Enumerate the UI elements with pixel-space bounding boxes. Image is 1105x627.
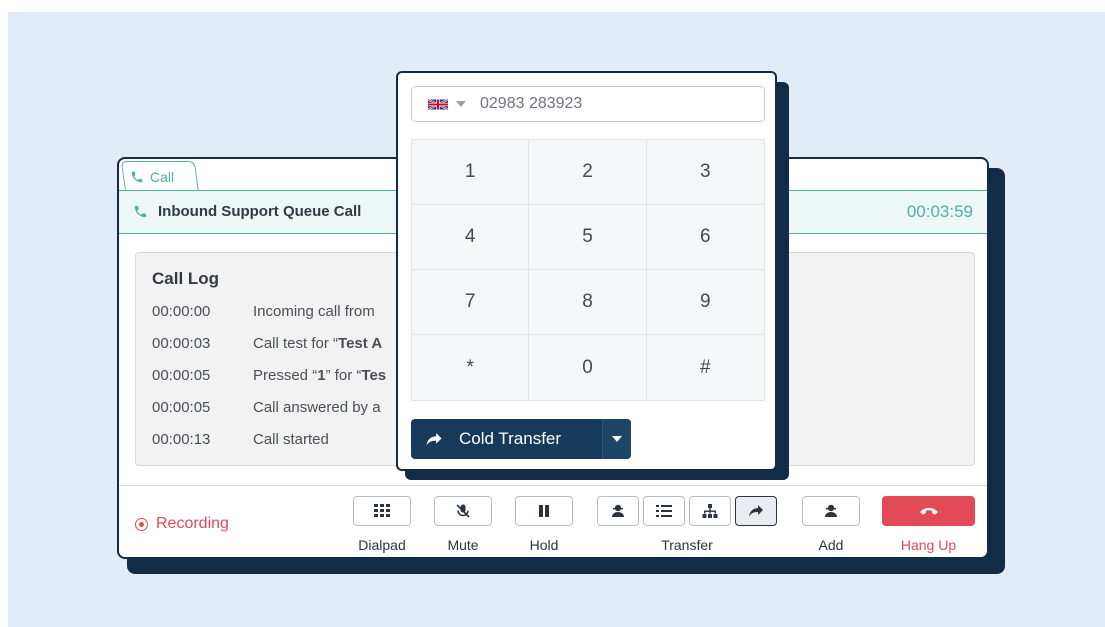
- key-hash[interactable]: #: [646, 335, 764, 400]
- hangup-phone-icon: [919, 506, 939, 516]
- key-0[interactable]: 0: [529, 335, 647, 400]
- log-text: Call started: [253, 431, 329, 448]
- key-star[interactable]: *: [412, 335, 530, 400]
- call-timer: 00:03:59: [906, 202, 973, 221]
- transfer-options-dropdown[interactable]: [602, 419, 631, 459]
- tab-call-label: Call: [149, 168, 175, 185]
- user-icon: [610, 504, 626, 518]
- cold-transfer-button: Cold Transfer: [411, 419, 631, 459]
- key-6[interactable]: 6: [646, 205, 764, 270]
- hangup-label: Hang Up: [900, 537, 957, 553]
- mute-label: Mute: [447, 537, 479, 553]
- log-entry: 00:00:00 Incoming call from: [152, 303, 375, 320]
- log-time: 00:00:00: [152, 303, 211, 320]
- forward-arrow-icon: [748, 504, 764, 518]
- log-time: 00:00:13: [152, 431, 211, 448]
- mic-off-icon: [455, 503, 471, 519]
- transfer-label: Transfer: [661, 537, 713, 553]
- call-log-title: Call Log: [152, 269, 220, 288]
- hold-label: Hold: [529, 537, 559, 553]
- uk-flag-icon[interactable]: [428, 98, 448, 111]
- transfer-agent-button[interactable]: [597, 496, 639, 526]
- log-entry: 00:00:05 Call answered by a: [152, 399, 381, 416]
- org-chart-icon: [702, 503, 718, 519]
- key-5[interactable]: 5: [529, 205, 647, 270]
- forward-arrow-icon: [425, 432, 443, 447]
- cold-transfer-action[interactable]: Cold Transfer: [411, 429, 602, 449]
- key-1[interactable]: 1: [412, 140, 530, 205]
- footer-divider: [119, 485, 987, 486]
- recording-label: Recording: [156, 515, 229, 532]
- chevron-down-icon: [612, 436, 622, 442]
- phone-icon: [133, 204, 148, 219]
- pause-icon: [537, 504, 551, 518]
- log-text: Pressed “1” for “Tes: [253, 367, 387, 384]
- phone-number-placeholder: 02983 283923: [480, 95, 583, 112]
- dialpad-button[interactable]: [353, 496, 411, 526]
- log-entry: 00:00:03 Call test for “Test A: [152, 335, 382, 352]
- key-4[interactable]: 4: [412, 205, 530, 270]
- phone-icon: [130, 170, 144, 184]
- key-2[interactable]: 2: [529, 140, 647, 205]
- keypad: 1 2 3 4 5 6 7 8 9 * 0 #: [411, 139, 765, 401]
- add-label: Add: [818, 537, 844, 553]
- log-time: 00:00:03: [152, 335, 211, 352]
- chevron-down-icon[interactable]: [456, 101, 466, 107]
- recording-indicator: Recording: [135, 515, 229, 533]
- record-icon: [135, 517, 148, 531]
- key-8[interactable]: 8: [529, 270, 647, 335]
- list-icon: [656, 504, 672, 518]
- log-entry: 00:00:13 Call started: [152, 431, 329, 448]
- hangup-button[interactable]: [882, 496, 975, 526]
- user-icon: [823, 504, 839, 518]
- hold-button[interactable]: [515, 496, 573, 526]
- transfer-department-button[interactable]: [689, 496, 731, 526]
- transfer-number-button[interactable]: [735, 496, 777, 526]
- key-3[interactable]: 3: [646, 140, 764, 205]
- add-button[interactable]: [802, 496, 860, 526]
- key-9[interactable]: 9: [646, 270, 764, 335]
- call-title: Inbound Support Queue Call: [158, 203, 362, 220]
- phone-number-input[interactable]: 02983 283923: [411, 86, 765, 122]
- log-entry: 00:00:05 Pressed “1” for “Tes: [152, 367, 386, 384]
- key-7[interactable]: 7: [412, 270, 530, 335]
- cold-transfer-label: Cold Transfer: [459, 429, 562, 448]
- grid-icon: [374, 504, 390, 518]
- log-text: Call test for “Test A: [253, 335, 383, 352]
- mute-button[interactable]: [434, 496, 492, 526]
- dialpad-popup: 02983 283923 1 2 3 4 5 6 7 8 9 * 0 # Col…: [396, 71, 777, 471]
- log-text: Incoming call from: [253, 303, 375, 320]
- log-text: Call answered by a: [253, 399, 381, 416]
- tab-call[interactable]: Call: [120, 161, 199, 191]
- log-time: 00:00:05: [152, 399, 211, 416]
- transfer-queue-button[interactable]: [643, 496, 685, 526]
- dialpad-label: Dialpad: [358, 537, 406, 553]
- log-time: 00:00:05: [152, 367, 211, 384]
